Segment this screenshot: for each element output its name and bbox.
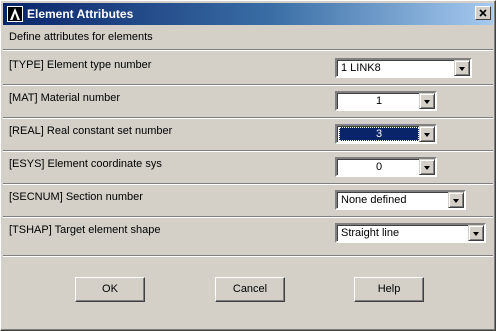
title-bar[interactable]: Element Attributes	[3, 3, 493, 25]
close-button[interactable]	[475, 6, 491, 20]
real-label: [REAL] Real constant set number	[9, 125, 173, 137]
separator	[3, 216, 493, 218]
element-type-select[interactable]: 1 LINK8	[335, 58, 472, 78]
mat-label: [MAT] Material number	[9, 92, 121, 104]
chevron-down-icon[interactable]	[419, 159, 435, 175]
chevron-down-icon[interactable]	[419, 93, 435, 109]
cancel-button[interactable]: Cancel	[215, 277, 285, 302]
separator	[3, 183, 493, 185]
dialog-description: Define attributes for elements	[9, 31, 153, 43]
target-shape-value: Straight line	[341, 227, 400, 239]
type-label: [TYPE] Element type number	[9, 59, 152, 71]
material-number-value: 1	[375, 95, 383, 107]
separator	[3, 49, 493, 51]
ok-button[interactable]: OK	[75, 277, 145, 302]
esys-label: [ESYS] Element coordinate sys	[9, 158, 162, 170]
separator	[3, 255, 493, 257]
separator	[3, 84, 493, 86]
chevron-down-icon[interactable]	[448, 192, 464, 208]
window-title: Element Attributes	[27, 7, 134, 21]
section-number-select[interactable]: None defined	[335, 190, 466, 210]
chevron-down-icon[interactable]	[468, 225, 484, 241]
element-coordinate-select[interactable]: 0	[335, 157, 437, 177]
tshap-label: [TSHAP] Target element shape	[9, 224, 161, 236]
real-constant-value: 3	[339, 127, 419, 141]
section-number-value: None defined	[341, 194, 407, 206]
separator	[3, 117, 493, 119]
element-type-value: 1 LINK8	[341, 62, 381, 74]
chevron-down-icon[interactable]	[454, 60, 470, 76]
ansys-logo-icon	[7, 6, 23, 22]
close-icon	[479, 9, 487, 17]
help-button[interactable]: Help	[354, 277, 424, 302]
separator	[3, 150, 493, 152]
material-number-select[interactable]: 1	[335, 91, 437, 111]
real-constant-select[interactable]: 3	[335, 124, 437, 144]
element-coordinate-value: 0	[375, 161, 383, 173]
target-shape-select[interactable]: Straight line	[335, 223, 486, 243]
element-attributes-dialog: Element Attributes Define attributes for…	[0, 0, 496, 331]
secnum-label: [SECNUM] Section number	[9, 191, 143, 203]
chevron-down-icon[interactable]	[419, 126, 435, 142]
